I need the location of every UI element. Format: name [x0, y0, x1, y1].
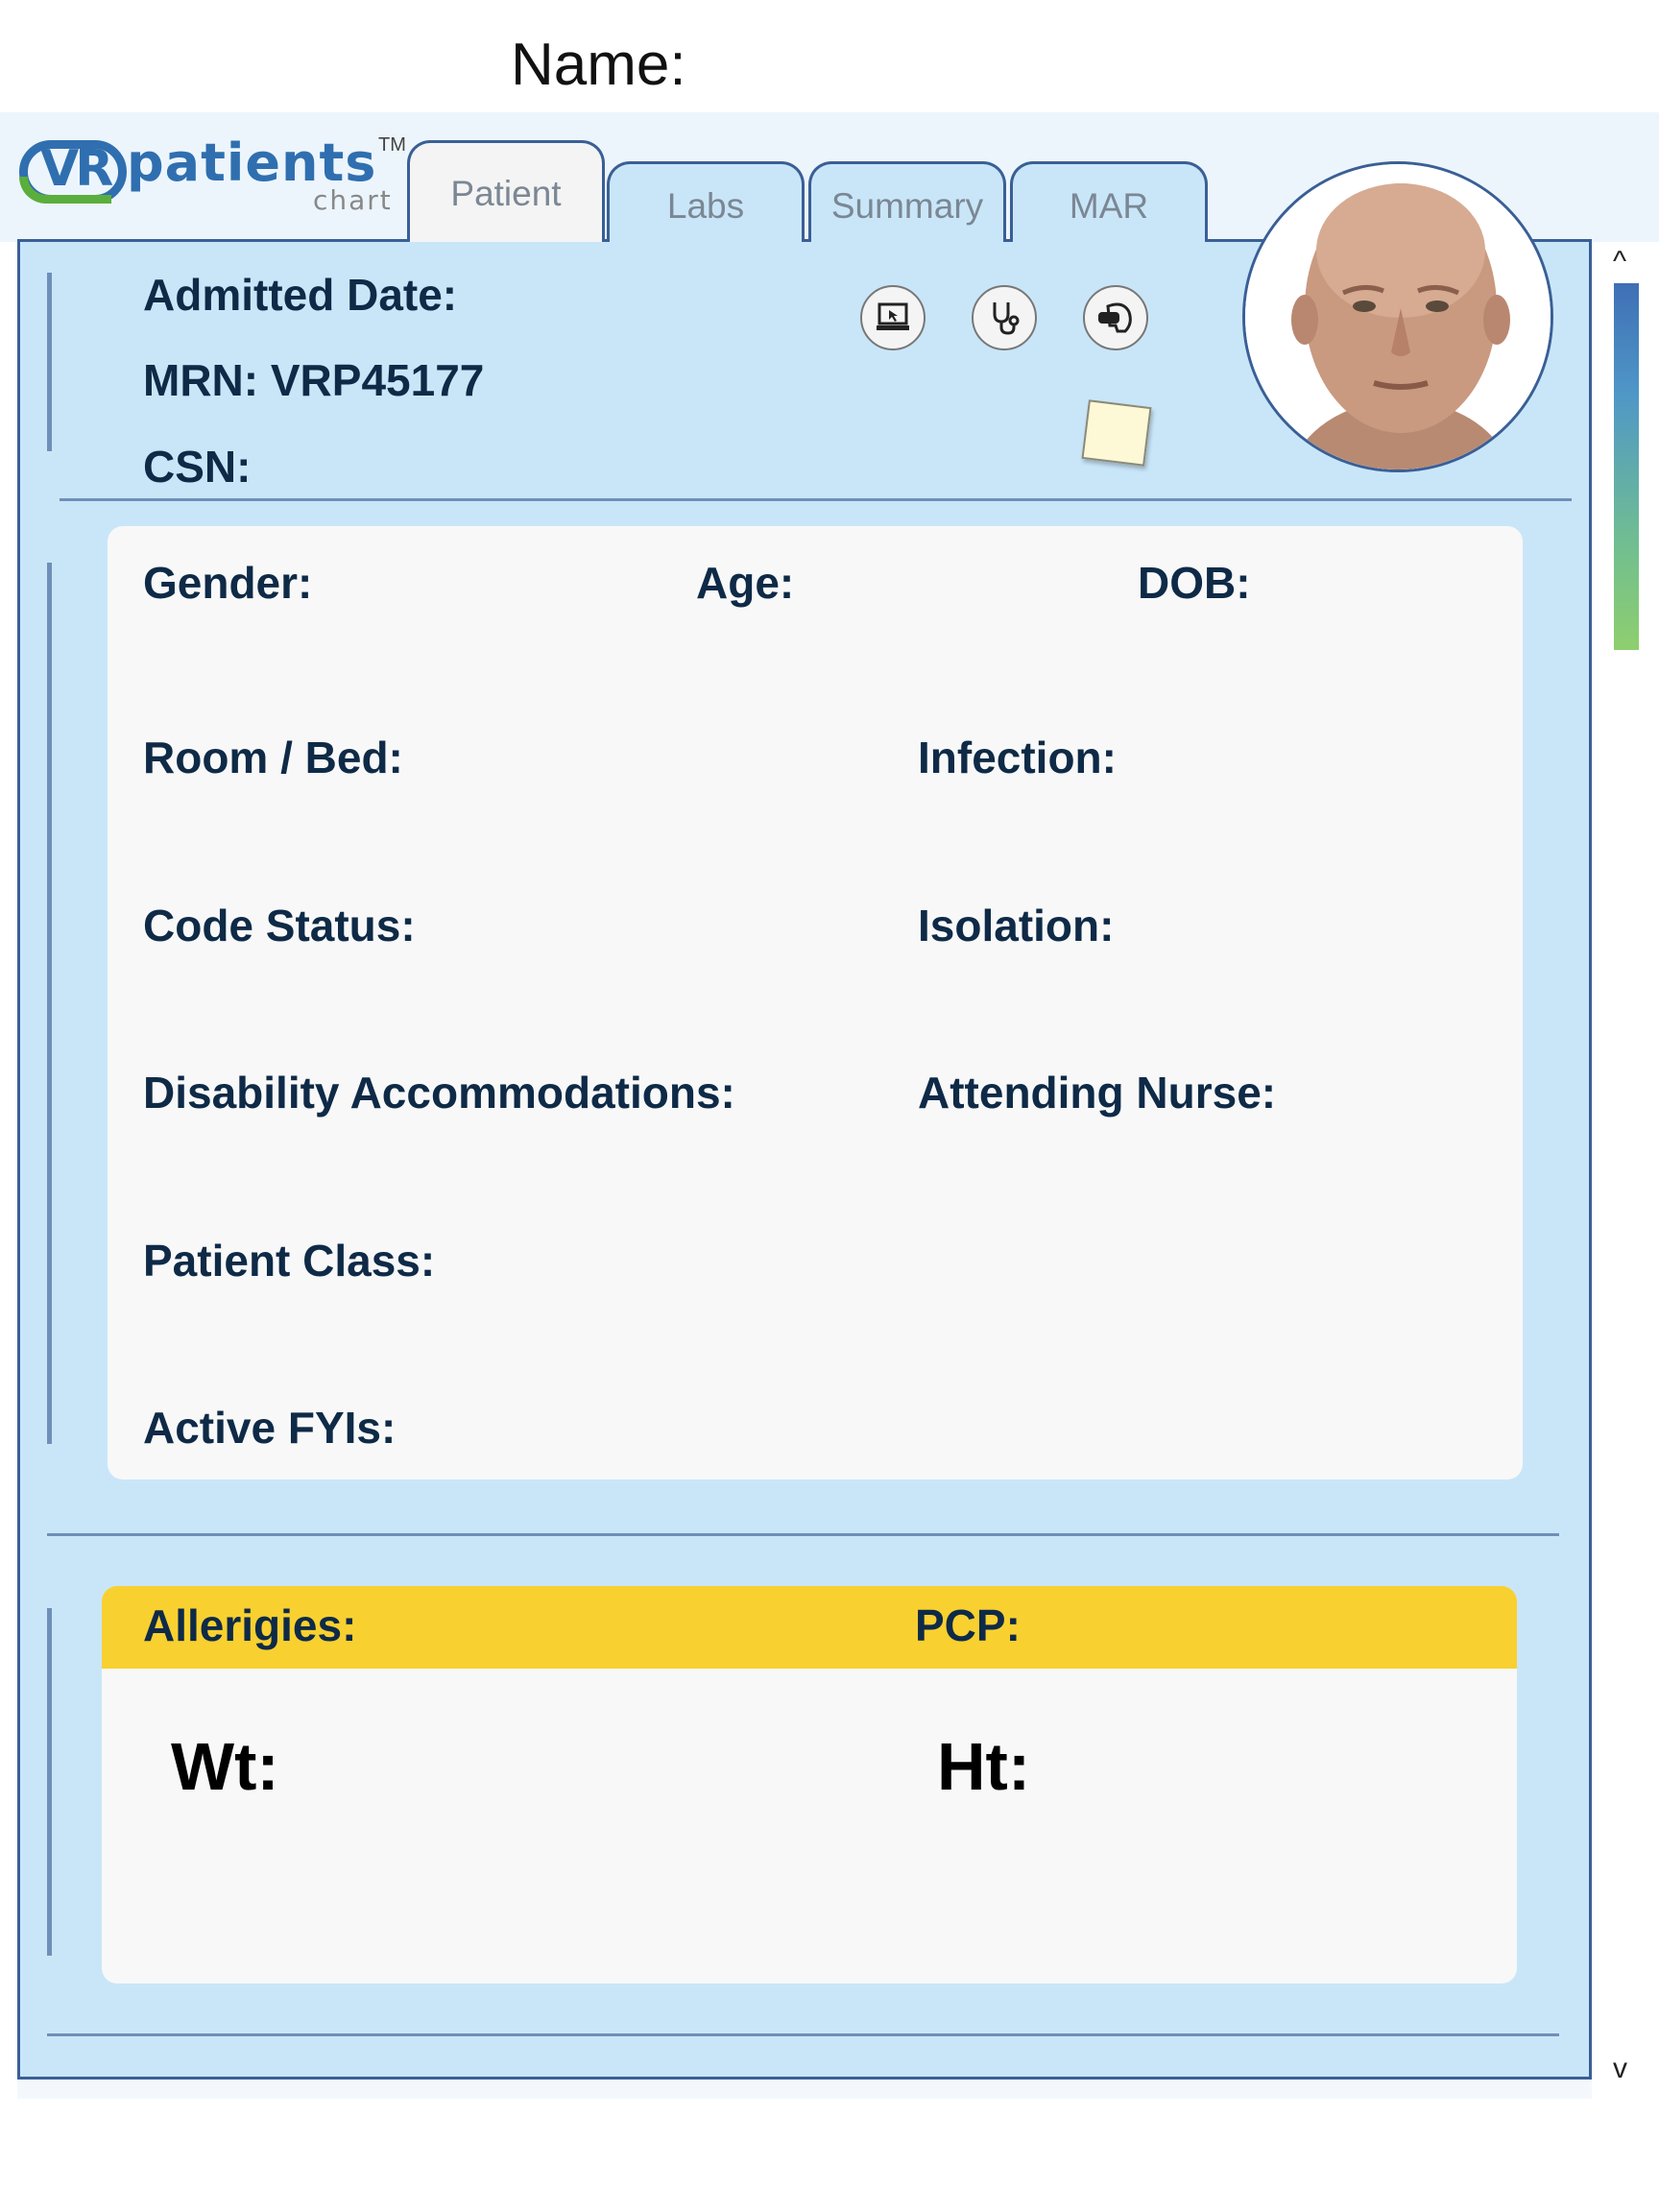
dob-label: DOB:: [1138, 558, 1251, 608]
admitted-date-label: Admitted Date:: [143, 270, 458, 320]
code-status-label: Code Status:: [143, 901, 416, 950]
divider: [47, 1533, 1559, 1536]
csn-label: CSN:: [143, 442, 252, 492]
section-bar: [47, 563, 52, 1444]
demographics-card: [108, 526, 1523, 1479]
tab-mar[interactable]: MAR: [1010, 161, 1208, 242]
active-fyis-label: Active FYIs:: [143, 1403, 397, 1453]
gender-label: Gender:: [143, 558, 313, 608]
computer-icon[interactable]: [860, 285, 926, 350]
allergies-label: Allerigies:: [143, 1600, 357, 1650]
scrollbar-thumb[interactable]: [1614, 283, 1639, 650]
vr-headset-icon[interactable]: [1083, 285, 1148, 350]
tab-summary[interactable]: Summary: [808, 161, 1006, 242]
logo-vr-text: VR: [40, 140, 113, 198]
scroll-up-arrow[interactable]: ^: [1613, 246, 1626, 278]
section-bar: [47, 1608, 52, 1956]
tab-labs[interactable]: Labs: [607, 161, 805, 242]
vrpatients-logo: VR patients TM chart: [19, 132, 406, 219]
logo-tm: TM: [378, 134, 406, 156]
patient-avatar: [1242, 161, 1553, 472]
patient-class-label: Patient Class:: [143, 1236, 436, 1286]
infection-label: Infection:: [918, 733, 1117, 782]
stethoscope-icon[interactable]: [972, 285, 1037, 350]
name-label: Name:: [511, 32, 686, 98]
mrn-label: MRN: VRP45177: [143, 355, 485, 405]
room-bed-label: Room / Bed:: [143, 733, 403, 782]
height-label: Ht:: [937, 1729, 1031, 1804]
bottom-strip: [17, 2080, 1592, 2099]
logo-chart-text: chart: [313, 184, 393, 216]
scroll-down-arrow[interactable]: v: [1613, 2053, 1627, 2085]
tab-patient[interactable]: Patient: [407, 140, 605, 242]
divider: [60, 498, 1572, 501]
attending-nurse-label: Attending Nurse:: [918, 1068, 1277, 1118]
divider: [47, 2033, 1559, 2036]
isolation-label: Isolation:: [918, 901, 1115, 950]
age-label: Age:: [696, 558, 795, 608]
section-bar: [47, 273, 52, 451]
sticky-note-icon[interactable]: [1081, 399, 1152, 467]
weight-label: Wt:: [171, 1729, 279, 1804]
pcp-label: PCP:: [915, 1600, 1021, 1650]
disability-accommodations-label: Disability Accommodations:: [143, 1068, 735, 1118]
